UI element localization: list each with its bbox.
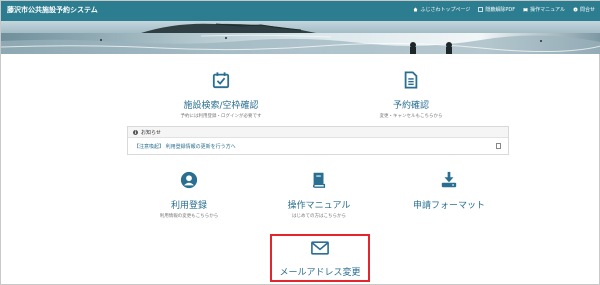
book-icon (523, 8, 528, 12)
tile-reservation-check[interactable]: 予約確認 変更・キャンセルもこちらから (361, 71, 461, 119)
tile-reservation-check-title: 予約確認 (392, 101, 429, 111)
nav-top-page[interactable]: ふじさわトップページ (413, 6, 470, 13)
question-icon: ? (573, 7, 578, 12)
tile-user-registration-title: 利用登録 (170, 201, 207, 211)
nav-top-page-label: ふじさわトップページ (420, 7, 471, 13)
notice-body: 【注意喚起】 利用登録情報の更新を行う方へ (128, 138, 508, 155)
nav-contact[interactable]: ? 問合せ (573, 6, 595, 13)
notice-item-link[interactable]: 【注意喚起】 利用登録情報の更新を行う方へ (134, 143, 236, 150)
nav-pdf-label: 隠蔽解除PDF (485, 7, 516, 13)
tile-manual-sub: はじめての方はこちらから (292, 214, 346, 219)
tile-email-change-title: メールアドレス変更 (279, 268, 361, 278)
copy-icon[interactable] (496, 143, 501, 149)
document-list-icon (404, 71, 418, 89)
info-icon: i (133, 129, 138, 135)
tile-email-change[interactable]: メールアドレス変更 (272, 241, 368, 278)
home-icon (413, 7, 418, 12)
nav-manual-label: 操作マニュアル (530, 7, 565, 13)
tile-facility-search[interactable]: 施設検索/空枠確認 予約には利用登録・ログインが必要です (156, 71, 286, 119)
mail-icon (311, 241, 329, 255)
tile-manual[interactable]: 操作マニュアル はじめての方はこちらから (269, 171, 369, 219)
notice-panel: i お知らせ 【注意喚起】 利用登録情報の更新を行う方へ (127, 126, 509, 155)
header-nav: ふじさわトップページ 隠蔽解除PDF 操作マニュアル ? 問合せ (413, 6, 595, 13)
book-icon (312, 172, 326, 188)
download-icon (441, 171, 457, 188)
site-title[interactable]: 藤沢市公共施設予約システム (7, 5, 98, 15)
nav-pdf[interactable]: 隠蔽解除PDF (478, 6, 515, 13)
banner-photo (1, 21, 600, 54)
tile-application-format[interactable]: 申請フォーマット (399, 171, 499, 211)
document-icon (478, 7, 484, 12)
tile-reservation-check-sub: 変更・キャンセルもこちらから (379, 114, 443, 119)
tile-manual-title: 操作マニュアル (287, 201, 351, 211)
tile-user-registration-sub: 利用情報の変更もこちらから (159, 214, 219, 219)
notice-title: お知らせ (141, 129, 161, 136)
nav-manual[interactable]: 操作マニュアル (523, 6, 565, 13)
tile-application-format-title: 申請フォーマット (412, 201, 485, 211)
header-bar: 藤沢市公共施設予約システム ふじさわトップページ 隠蔽解除PDF 操作マニュアル… (1, 1, 600, 21)
tile-facility-search-title: 施設検索/空枠確認 (183, 101, 259, 111)
user-icon (180, 171, 198, 189)
tile-user-registration[interactable]: 利用登録 利用情報の変更もこちらから (139, 171, 239, 219)
nav-contact-label: 問合せ (579, 7, 595, 13)
calendar-check-icon (212, 72, 230, 89)
notice-header: i お知らせ (128, 127, 508, 138)
tile-facility-search-sub: 予約には利用登録・ログインが必要です (180, 114, 262, 119)
